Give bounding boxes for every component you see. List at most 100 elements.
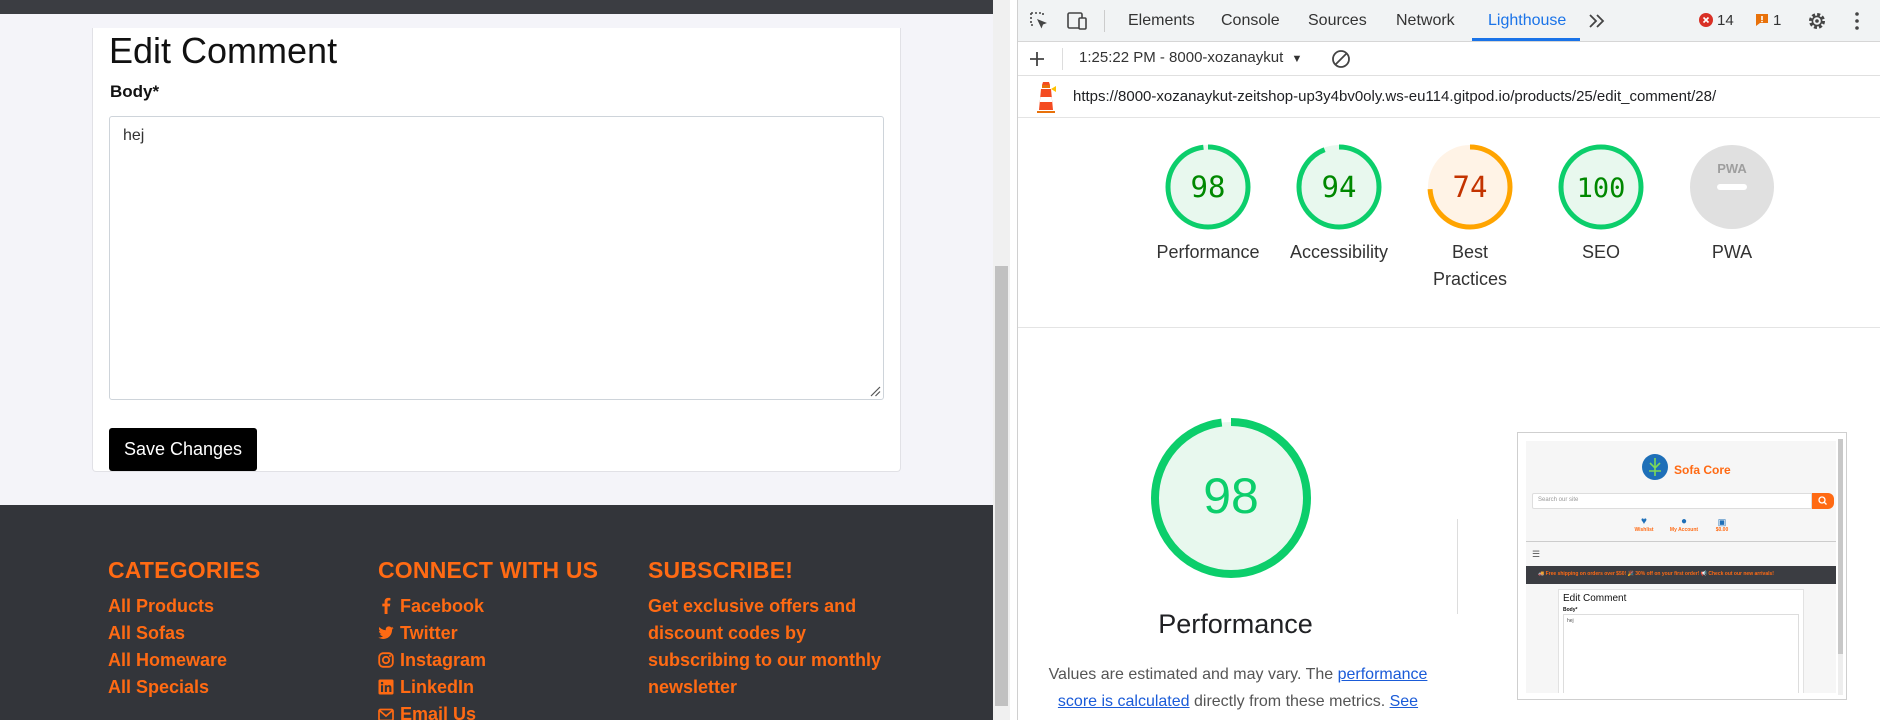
page-title: Edit Comment [109,30,338,71]
footer-link-twitter[interactable]: Twitter [378,620,598,647]
page-scrollbar[interactable] [993,0,1010,720]
subscribe-heading: SUBSCRIBE! [648,557,794,583]
gauge-best-practices[interactable]: 74 Best Practices [1405,143,1535,293]
thumbnail-page: Sofa Core Search our site ♥ Wishlist ● M… [1526,441,1836,693]
thumbnail-banner-text: 🚚 Free shipping on orders over $50! 🎉 30… [1538,571,1774,577]
edit-comment-card: Edit Comment Body* hej Save Changes [92,28,901,472]
linkedin-icon [378,679,394,695]
gauge-best-practices-score: 74 [1453,170,1488,204]
error-count: 14 [1717,12,1734,29]
lighthouse-report: 98 Performance 94 Accessibility 74 Best Pract… [1018,119,1880,720]
pwa-badge-icon: PWA [1717,161,1747,176]
thumbnail-cart-icon: ▣ [1717,517,1727,527]
footer-link-linkedin[interactable]: LinkedIn [378,674,598,701]
gauge-best-practices-ring: 74 [1427,144,1513,230]
gauge-accessibility-label: Accessibility [1289,242,1389,262]
gauge-pwa-ring: PWA [1690,145,1774,229]
gauge-seo-label: SEO [1581,242,1620,262]
body-textarea[interactable]: hej [109,116,884,400]
instagram-label: Instagram [400,650,487,670]
more-tabs-icon[interactable] [1586,10,1608,32]
vertical-divider [1457,519,1458,614]
web-page: Edit Comment Body* hej Save Changes CATE… [0,0,993,720]
twitter-icon [378,626,394,639]
toolbar-separator [1062,48,1063,70]
clear-reports-icon[interactable] [1330,48,1352,70]
settings-gear-icon[interactable] [1806,10,1828,32]
gauge-pwa-label: PWA [1711,242,1753,262]
report-url[interactable]: https://8000-xozanaykut-zeitshop-up3y4bv… [1073,88,1716,105]
gauge-performance[interactable]: 98 Performance [1143,143,1273,266]
gauge-accessibility-ring: 94 [1296,144,1382,230]
footer-categories: CATEGORIES All Products All Sofas All Ho… [108,557,260,701]
thumbnail-card-textarea: hej [1563,614,1799,693]
error-count-badge[interactable]: 14 [1699,12,1734,29]
new-report-plus-icon[interactable] [1028,50,1046,68]
gauge-accessibility-score: 94 [1322,170,1357,204]
categories-heading: CATEGORIES [108,557,261,583]
footer-link-all-homeware[interactable]: All Homeware [108,647,260,674]
page-top-bar [0,0,993,14]
envelope-icon [378,708,394,720]
performance-big-gauge: 98 [1151,418,1311,578]
thumbnail-wishlist-label: Wishlist [1634,527,1654,533]
page-screenshot-thumbnail[interactable]: Sofa Core Search our site ♥ Wishlist ● M… [1517,432,1847,700]
performance-heading: Performance [1158,609,1313,639]
dropdown-caret-icon: ▼ [1291,53,1303,65]
page-scrollbar-thumb[interactable] [995,266,1008,706]
connect-heading: CONNECT WITH US [378,557,599,583]
note-text-1: Values are estimated and may vary. The [1048,666,1338,683]
tab-elements[interactable]: Elements [1128,12,1195,30]
footer-subscribe: SUBSCRIBE! Get exclusive offers and disc… [648,557,898,701]
warning-count-badge[interactable]: 1 [1755,12,1781,29]
thumbnail-account: ● My Account [1666,517,1702,534]
report-url-bar: https://8000-xozanaykut-zeitshop-up3y4bv… [1018,76,1880,118]
twitter-label: Twitter [400,623,458,643]
linkedin-label: LinkedIn [400,677,475,697]
thumbnail-cart-label: $0.00 [1715,527,1729,533]
gauge-performance-score: 98 [1191,170,1226,204]
lighthouse-toolbar: 1:25:22 PM - 8000-xozanaykut ▼ [1018,42,1880,76]
thumbnail-search-input: Search our site [1532,493,1812,509]
device-toolbar-icon[interactable] [1066,10,1088,32]
thumbnail-brand: Sofa Core [1674,463,1731,477]
see-link[interactable]: See [1390,693,1418,710]
kebab-menu-icon[interactable] [1846,10,1868,32]
devtools-tab-bar: Elements Console Sources Network Lightho… [1018,0,1880,42]
tab-sources[interactable]: Sources [1308,12,1367,30]
site-footer: CATEGORIES All Products All Sofas All Ho… [0,505,993,720]
gauge-performance-label: Performance [1156,242,1260,262]
gauge-best-practices-label: Best Practices [1432,242,1508,289]
thumbnail-scrollbar-thumb [1838,439,1843,654]
gauge-seo[interactable]: 100 SEO [1536,143,1666,266]
warning-icon [1756,14,1768,26]
footer-link-email[interactable]: Email Us [378,701,598,720]
thumbnail-card: Edit Comment Body* hej [1558,589,1804,693]
footer-link-all-specials[interactable]: All Specials [108,674,260,701]
tab-network[interactable]: Network [1396,12,1455,30]
inspect-element-icon[interactable] [1028,10,1050,32]
thumbnail-cart: ▣ $0.00 [1710,517,1734,533]
thumbnail-hamburger-icon: ☰ [1532,549,1541,559]
body-label: Body* [110,82,160,101]
thumbnail-search-icon [1818,496,1827,505]
gauge-accessibility[interactable]: 94 Accessibility [1274,143,1404,266]
footer-link-facebook[interactable]: Facebook [378,593,598,620]
report-select-dropdown[interactable]: 1:25:22 PM - 8000-xozanaykut ▼ [1079,49,1302,66]
footer-link-all-sofas[interactable]: All Sofas [108,620,260,647]
performance-note: Values are estimated and may vary. The p… [1038,661,1438,715]
thumbnail-card-value: hej [1567,618,1574,624]
gauge-performance-ring: 98 [1165,144,1251,230]
footer-connect: CONNECT WITH US Facebook Twitter Instagr… [378,557,598,720]
resize-handle-icon[interactable] [869,385,881,397]
thumbnail-scrollbar [1838,439,1843,695]
footer-link-all-products[interactable]: All Products [108,593,260,620]
summary-divider [1018,327,1880,328]
lighthouse-logo-icon [1037,82,1056,113]
gauge-pwa[interactable]: PWA PWA [1667,143,1797,266]
footer-link-instagram[interactable]: Instagram [378,647,598,674]
active-tab-indicator [1472,38,1580,41]
save-changes-button[interactable]: Save Changes [109,428,257,471]
tab-console[interactable]: Console [1221,12,1280,30]
tab-lighthouse[interactable]: Lighthouse [1488,12,1566,30]
